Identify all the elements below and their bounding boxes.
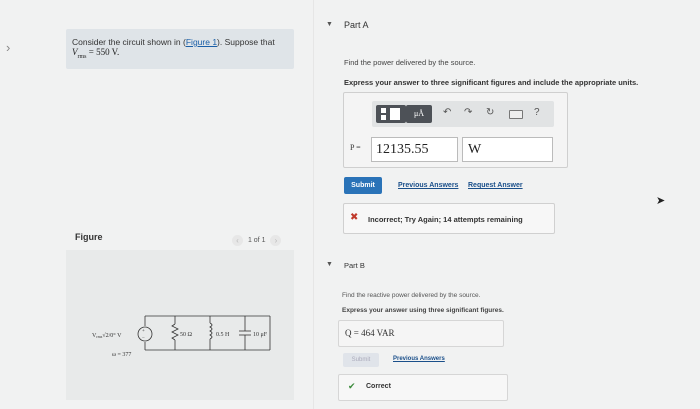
inductor-label: 0.5 H: [216, 332, 230, 338]
next-figure-button[interactable]: ›: [270, 235, 282, 246]
collapse-part-a-icon[interactable]: ▼: [326, 21, 333, 28]
request-answer-link[interactable]: Request Answer: [468, 182, 523, 189]
figure-pager: ‹ 1 of 1 ›: [232, 235, 282, 246]
circuit-diagram: + − Vrms√2/0° V ω = 377 50 Ω 0.5 H 10 μF: [92, 315, 271, 358]
redo-icon[interactable]: ↷: [464, 107, 472, 118]
submit-button[interactable]: Submit: [344, 177, 382, 194]
value-input[interactable]: 12135.55: [371, 137, 458, 162]
panel-divider: [313, 0, 314, 409]
inductor-icon: [209, 322, 213, 340]
figure-heading: Figure: [75, 232, 103, 242]
navigate-icon[interactable]: ›: [6, 40, 10, 55]
correct-text: Correct: [366, 383, 391, 390]
undo-icon[interactable]: ↶: [443, 107, 451, 118]
problem-text-after: ). Suppose that: [217, 37, 275, 47]
resistor-label: 50 Ω: [180, 332, 193, 338]
part-a-question: Find the power delivered by the source.: [344, 58, 476, 67]
problem-text-before: Consider the circuit shown in (: [72, 37, 186, 47]
part-b-instruction: Express your answer using three signific…: [342, 307, 504, 314]
collapse-part-b-icon[interactable]: ▼: [326, 261, 333, 268]
correct-box: [338, 374, 508, 401]
previous-answers-link[interactable]: Previous Answers: [398, 182, 458, 189]
part-b-submit-button: Submit: [343, 353, 379, 367]
part-a-title[interactable]: Part A: [344, 20, 369, 30]
capacitor-label: 10 μF: [253, 332, 268, 338]
help-icon[interactable]: ?: [534, 107, 540, 118]
reset-icon[interactable]: ↻: [486, 107, 494, 118]
feedback-text: Incorrect; Try Again; 14 attempts remain…: [368, 215, 523, 224]
given-value: Vrms = 550 V.: [72, 47, 120, 60]
part-b-previous-answers-link[interactable]: Previous Answers: [393, 356, 445, 362]
svg-text:−: −: [142, 336, 145, 341]
figure-link[interactable]: Figure 1: [186, 37, 217, 47]
part-a-instruction: Express your answer to three significant…: [344, 78, 639, 87]
units-button[interactable]: μÅ: [406, 105, 432, 123]
part-b-answer: Q = 464 VAR: [345, 328, 395, 338]
svg-text:+: +: [142, 329, 145, 334]
resistor-icon: [171, 323, 179, 341]
mouse-cursor-icon: ➤: [656, 195, 666, 207]
incorrect-icon: ✖: [350, 212, 359, 223]
ac-source-icon: [137, 326, 153, 342]
pager-text: 1 of 1: [247, 237, 266, 245]
variable-label: P =: [350, 143, 361, 152]
check-icon: ✔: [348, 381, 356, 391]
problem-text: Consider the circuit shown in (Figure 1)…: [72, 37, 275, 47]
keyboard-icon[interactable]: [509, 110, 523, 119]
omega-label: ω = 377: [112, 352, 131, 358]
unit-input[interactable]: W: [462, 137, 553, 162]
templates-button[interactable]: [376, 105, 406, 123]
part-b-question: Find the reactive power delivered by the…: [342, 292, 481, 299]
source-label: Vrms√2/0° V: [92, 332, 122, 339]
part-b-title[interactable]: Part B: [344, 261, 365, 270]
prev-figure-button[interactable]: ‹: [232, 235, 243, 246]
